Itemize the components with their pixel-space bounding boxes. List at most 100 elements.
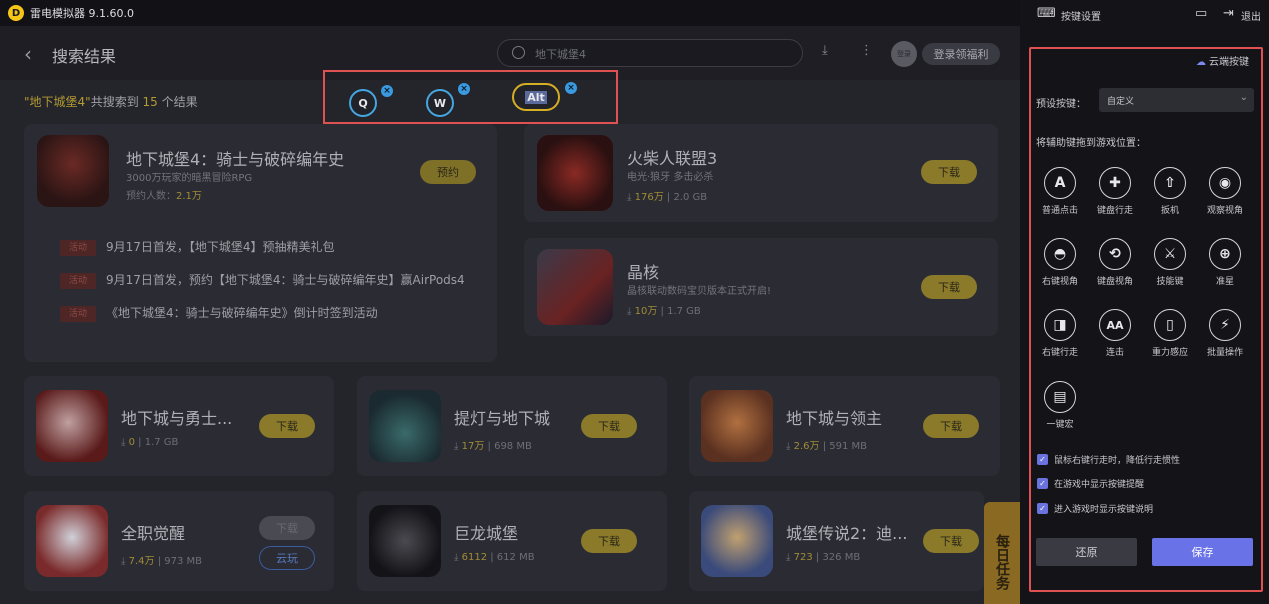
download-button[interactable]: 下载 (923, 414, 979, 438)
game-card[interactable]: 地下城与勇士... ⤓ 0 | 1.7 GB 下载 (24, 376, 334, 476)
news-text: 《地下城堡4：骑士与破碎编年史》倒计时签到活动 (106, 306, 378, 320)
reset-button[interactable]: 还原 (1036, 538, 1137, 566)
back-arrow-icon[interactable]: ‹ (24, 42, 32, 66)
tool-keyboard-walk[interactable]: ✚ 键盘行走 (1087, 167, 1143, 216)
game-card[interactable]: 巨龙城堡 ⤓ 6112 | 612 MB 下载 (357, 491, 667, 591)
game-size: 591 MB (829, 441, 868, 452)
game-card[interactable]: 全职觉醒 ⤓ 7.4万 | 973 MB 下载 云玩 (24, 491, 334, 591)
key-w[interactable]: W (426, 89, 454, 117)
tool-combo[interactable]: AA 连击 (1087, 309, 1143, 358)
news-tag: 活动 (60, 305, 96, 322)
download-icon[interactable]: ⤓ (822, 43, 828, 58)
game-size: 1.7 GB (144, 437, 179, 448)
search-icon (512, 46, 525, 59)
remove-key-alt-icon[interactable]: × (565, 82, 577, 94)
checkmark-icon: ✓ (1037, 503, 1048, 514)
preset-dropdown[interactable]: 自定义 ⌄ (1099, 88, 1254, 112)
cloud-keys-button[interactable]: ☁ 云端按键 (1196, 53, 1249, 68)
tool-right-click-view[interactable]: ◓ 右键视角 (1032, 238, 1088, 287)
tool-label: 键盘行走 (1096, 206, 1133, 216)
download-button[interactable]: 下载 (581, 529, 637, 553)
page-title: 搜索结果 (52, 47, 117, 66)
exit-button[interactable]: 退出 (1241, 8, 1261, 23)
tool-skill-key[interactable]: ⚔ 技能键 (1142, 238, 1198, 287)
download-button[interactable]: 下载 (921, 160, 977, 184)
checkbox-label: 鼠标右键行走时，降低行走惯性 (1054, 456, 1181, 466)
remove-key-w-icon[interactable]: × (458, 83, 470, 95)
news-item[interactable]: 活动 9月17日首发，预约【地下城堡4：骑士与破碎编年史】赢AirPods4 (60, 271, 465, 289)
key-mapping-overlay: Q × W × Alt × (323, 70, 618, 124)
news-text: 9月17日首发，预约【地下城堡4：骑士与破碎编年史】赢AirPods4 (106, 273, 465, 287)
exit-icon[interactable]: ⇥ (1223, 6, 1234, 21)
game-size: 973 MB (164, 556, 203, 567)
download-count: 10万 (634, 306, 658, 317)
avatar[interactable]: 登录 (891, 41, 917, 67)
download-count: 723 (793, 552, 813, 563)
save-button[interactable]: 保存 (1152, 538, 1253, 566)
chevron-down-icon: ⌄ (1239, 92, 1248, 103)
game-thumbnail (36, 505, 108, 577)
login-benefits-button[interactable]: 登录领福利 (922, 43, 1000, 65)
news-item[interactable]: 活动 9月17日首发，【地下城堡4】预抽精美礼包 (60, 238, 335, 256)
cloud-play-button[interactable]: 云玩 (259, 546, 315, 570)
result-suffix: 个结果 (161, 95, 198, 109)
checkbox-show-key-hints[interactable]: ✓ 在游戏中显示按键提醒 (1037, 477, 1144, 490)
tool-gravity[interactable]: ▯ 重力感应 (1142, 309, 1198, 358)
game-name: 晶核 (627, 263, 660, 282)
tool-label: 观察视角 (1206, 206, 1243, 216)
game-desc: 晶核联动数码宝贝版本正式开启! (627, 286, 772, 297)
download-button[interactable]: 下载 (921, 275, 977, 299)
search-text: 地下城堡4 (535, 48, 586, 61)
panel-header: ⌨ 按键设置 ▭ ⇥ 退出 (1020, 0, 1269, 28)
preset-label: 预设按键： (1036, 99, 1086, 110)
tool-label: 连击 (1105, 348, 1124, 358)
folder-icon[interactable]: ▭ (1195, 6, 1207, 21)
tool-batch[interactable]: ⚡ 批量操作 (1197, 309, 1253, 358)
drag-hint: 将辅助键拖到游戏位置： (1036, 138, 1146, 149)
download-button[interactable]: 下载 (581, 414, 637, 438)
key-settings-content: ☁ 云端按键 预设按键： 自定义 ⌄ 将辅助键拖到游戏位置： A 普通点击 ✚ 键… (1029, 47, 1263, 592)
reserve-number: 2.1万 (176, 191, 202, 202)
tool-crosshair[interactable]: ⊕ 准星 (1197, 238, 1253, 287)
game-card[interactable]: 晶核 晶核联动数码宝贝版本正式开启! ⤓ 10万 | 1.7 GB 下载 (524, 238, 998, 336)
game-card[interactable]: 地下城与领主 ⤓ 2.6万 | 591 MB 下载 (689, 376, 1000, 476)
game-card[interactable]: 城堡传说2：迪... ⤓ 723 | 326 MB 下载 (689, 491, 984, 591)
preset-value: 自定义 (1107, 97, 1135, 107)
key-q[interactable]: Q (349, 89, 377, 117)
search-input[interactable]: 地下城堡4 (497, 39, 803, 67)
tool-right-click-walk[interactable]: ◨ 右键行走 (1032, 309, 1088, 358)
tool-keyboard-view[interactable]: ⟲ 键盘视角 (1087, 238, 1143, 287)
tool-label: 技能键 (1156, 277, 1184, 287)
key-alt[interactable]: Alt (512, 83, 560, 111)
news-item[interactable]: 活动 《地下城堡4：骑士与破碎编年史》倒计时签到活动 (60, 304, 378, 322)
click-icon: A (1044, 167, 1076, 199)
checkbox-label: 在游戏中显示按键提醒 (1054, 480, 1145, 490)
daily-task-tab[interactable]: 每日任务 (984, 502, 1020, 604)
checkbox-show-key-guide[interactable]: ✓ 进入游戏时显示按键说明 (1037, 502, 1153, 515)
game-card[interactable]: 提灯与地下城 ⤓ 17万 | 698 MB 下载 (357, 376, 667, 476)
reserve-button[interactable]: 预约 (420, 160, 476, 184)
game-name: 地下城与勇士... (121, 409, 233, 428)
game-stats: ⤓ 6112 | 612 MB (454, 552, 535, 563)
tool-label: 准星 (1215, 277, 1234, 287)
featured-game-card[interactable]: 地下城堡4：骑士与破碎编年史 3000万玩家的暗黑冒险RPG 预约人数：2.1万… (24, 124, 497, 362)
news-tag: 活动 (60, 272, 96, 289)
download-button[interactable]: 下载 (259, 516, 315, 540)
download-button[interactable]: 下载 (259, 414, 315, 438)
tool-label: 一键宏 (1046, 420, 1074, 430)
download-button[interactable]: 下载 (923, 529, 979, 553)
eye-icon: ◉ (1209, 167, 1241, 199)
download-count: 6112 (461, 552, 488, 563)
tool-observe-view[interactable]: ◉ 观察视角 (1197, 167, 1253, 216)
tool-macro[interactable]: ▤ 一键宏 (1032, 381, 1088, 430)
download-count: 0 (128, 437, 135, 448)
game-card[interactable]: 火柴人联盟3 电光·狼牙 多击必杀 ⤓ 176万 | 2.0 GB 下载 (524, 124, 998, 222)
more-icon[interactable]: ⋮ (860, 43, 873, 58)
app-title: 雷电模拟器 9.1.60.0 (30, 7, 134, 20)
checkbox-reduce-inertia[interactable]: ✓ 鼠标右键行走时，降低行走惯性 (1037, 453, 1180, 466)
right-click-view-icon: ◓ (1044, 238, 1076, 270)
tool-normal-click[interactable]: A 普通点击 (1032, 167, 1088, 216)
tool-trigger[interactable]: ⇧ 扳机 (1142, 167, 1198, 216)
remove-key-q-icon[interactable]: × (381, 85, 393, 97)
reserve-label: 预约人数： (126, 191, 176, 202)
